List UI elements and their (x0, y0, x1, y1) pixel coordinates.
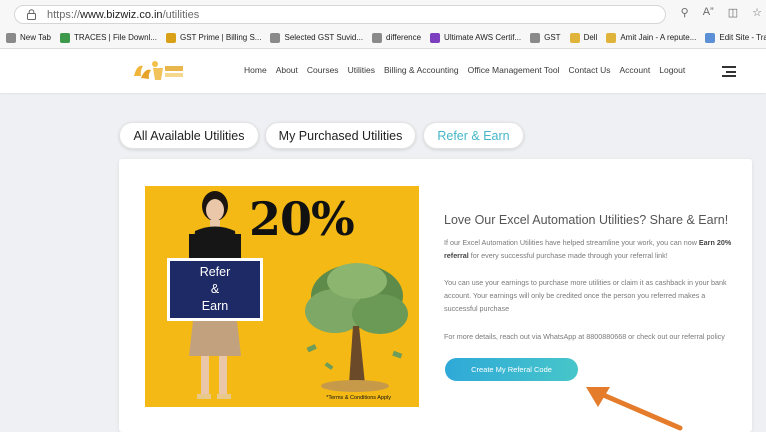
bookmark-label: Ultimate AWS Certif... (444, 33, 522, 42)
bookmark-label: Selected GST Suvid... (284, 33, 364, 42)
refer-heading: Love Our Excel Automation Utilities? Sha… (444, 213, 729, 227)
bookmark-icon (165, 32, 176, 43)
bookmark-label: Edit Site - Training b... (719, 33, 766, 42)
bookmark-label: TRACES | File Downl... (73, 33, 157, 42)
promo-percentage: 20% (249, 192, 355, 246)
sign-line-refer: Refer (199, 265, 231, 279)
url-text: https://www.bizwiz.co.in/utilities (47, 9, 200, 21)
annotation-arrow-icon (586, 387, 683, 431)
bookmark-icon (270, 32, 281, 43)
bookmark-item[interactable]: New Tab (6, 32, 51, 43)
tab-all-utilities[interactable]: All Available Utilities (119, 122, 259, 149)
money-tree-illustration (305, 263, 408, 392)
nav-item-logout[interactable]: Logout (659, 65, 685, 75)
read-aloud-icon[interactable]: A” (703, 6, 714, 19)
sign-line-earn: Earn (201, 299, 229, 313)
bookmark-item[interactable]: Dell (569, 32, 598, 43)
referral-description: If our Excel Automation Utilities have h… (444, 238, 732, 260)
bizwiz-logo[interactable] (131, 58, 187, 84)
zoom-icon[interactable]: ⚲ (681, 6, 689, 19)
refer-earn-sign: Refer & Earn (167, 258, 263, 321)
bookmark-label: GST Prime | Billing S... (179, 33, 262, 42)
promo-banner: 20% Refer & Earn *Terms & Conditions App… (145, 186, 419, 407)
bookmark-icon (606, 32, 617, 43)
bookmark-label: difference (386, 33, 422, 42)
bookmark-icon (530, 32, 541, 43)
bookmark-icon (430, 32, 441, 43)
create-referral-code-button[interactable]: Create My Referal Code (445, 358, 578, 381)
bookmark-item[interactable]: GST (530, 32, 561, 43)
bookmark-item[interactable]: Ultimate AWS Certif... (430, 32, 522, 43)
sign-line-and: & (210, 282, 220, 296)
bookmark-label: Amit Jain - A repute... (620, 33, 697, 42)
tab-refer-earn[interactable]: Refer & Earn (423, 122, 524, 149)
address-bar[interactable]: https://www.bizwiz.co.in/utilities (14, 5, 666, 24)
browser-actions: ⚲ A” ◫ ☆ (681, 6, 762, 19)
nav-item-account[interactable]: Account (620, 65, 651, 75)
split-screen-icon[interactable]: ◫ (728, 6, 738, 19)
nav-item-contact-us[interactable]: Contact Us (568, 65, 610, 75)
browser-toolbar: https://www.bizwiz.co.in/utilities ⚲ A” … (0, 0, 766, 27)
tab-purchased-utilities[interactable]: My Purchased Utilities (265, 122, 416, 149)
bookmark-label: Dell (583, 33, 598, 42)
nav-item-office-management-tool[interactable]: Office Management Tool (468, 65, 560, 75)
nav-item-billing-accounting[interactable]: Billing & Accounting (384, 65, 459, 75)
bookmark-icon (59, 32, 70, 43)
terms-note: *Terms & Conditions Apply (326, 395, 391, 401)
bookmark-item[interactable]: Amit Jain - A repute... (606, 32, 697, 43)
bookmark-item[interactable]: difference (372, 32, 422, 43)
site-header: Home About Courses Utilities Billing & Accou… (0, 49, 766, 93)
nav-item-home[interactable]: Home (244, 65, 267, 75)
lock-icon (27, 9, 36, 20)
nav-item-about[interactable]: About (276, 65, 298, 75)
bookmark-icon (372, 32, 383, 43)
bookmark-item[interactable]: TRACES | File Downl... (59, 32, 157, 43)
bookmark-label: GST (544, 33, 561, 42)
bookmark-item[interactable]: Edit Site - Training b... (705, 32, 766, 43)
contact-description: For more details, reach out via WhatsApp… (444, 332, 725, 341)
bookmark-item[interactable]: Selected GST Suvid... (270, 32, 364, 43)
earnings-description: You can use your earnings to purchase mo… (444, 278, 727, 313)
menu-icon[interactable] (722, 66, 736, 77)
nav-item-courses[interactable]: Courses (307, 65, 339, 75)
main-nav: Home About Courses Utilities Billing & Accou… (244, 65, 685, 75)
bookmark-icon (569, 32, 580, 43)
bookmark-label: New Tab (20, 33, 51, 42)
bookmark-icon (705, 32, 716, 43)
nav-item-utilities[interactable]: Utilities (348, 65, 375, 75)
bookmark-icon (6, 32, 16, 43)
favorite-icon[interactable]: ☆ (752, 6, 762, 19)
bookmarks-bar: New Tab TRACES | File Downl... GST Prime |… (0, 27, 766, 49)
bookmark-item[interactable]: GST Prime | Billing S... (165, 32, 262, 43)
